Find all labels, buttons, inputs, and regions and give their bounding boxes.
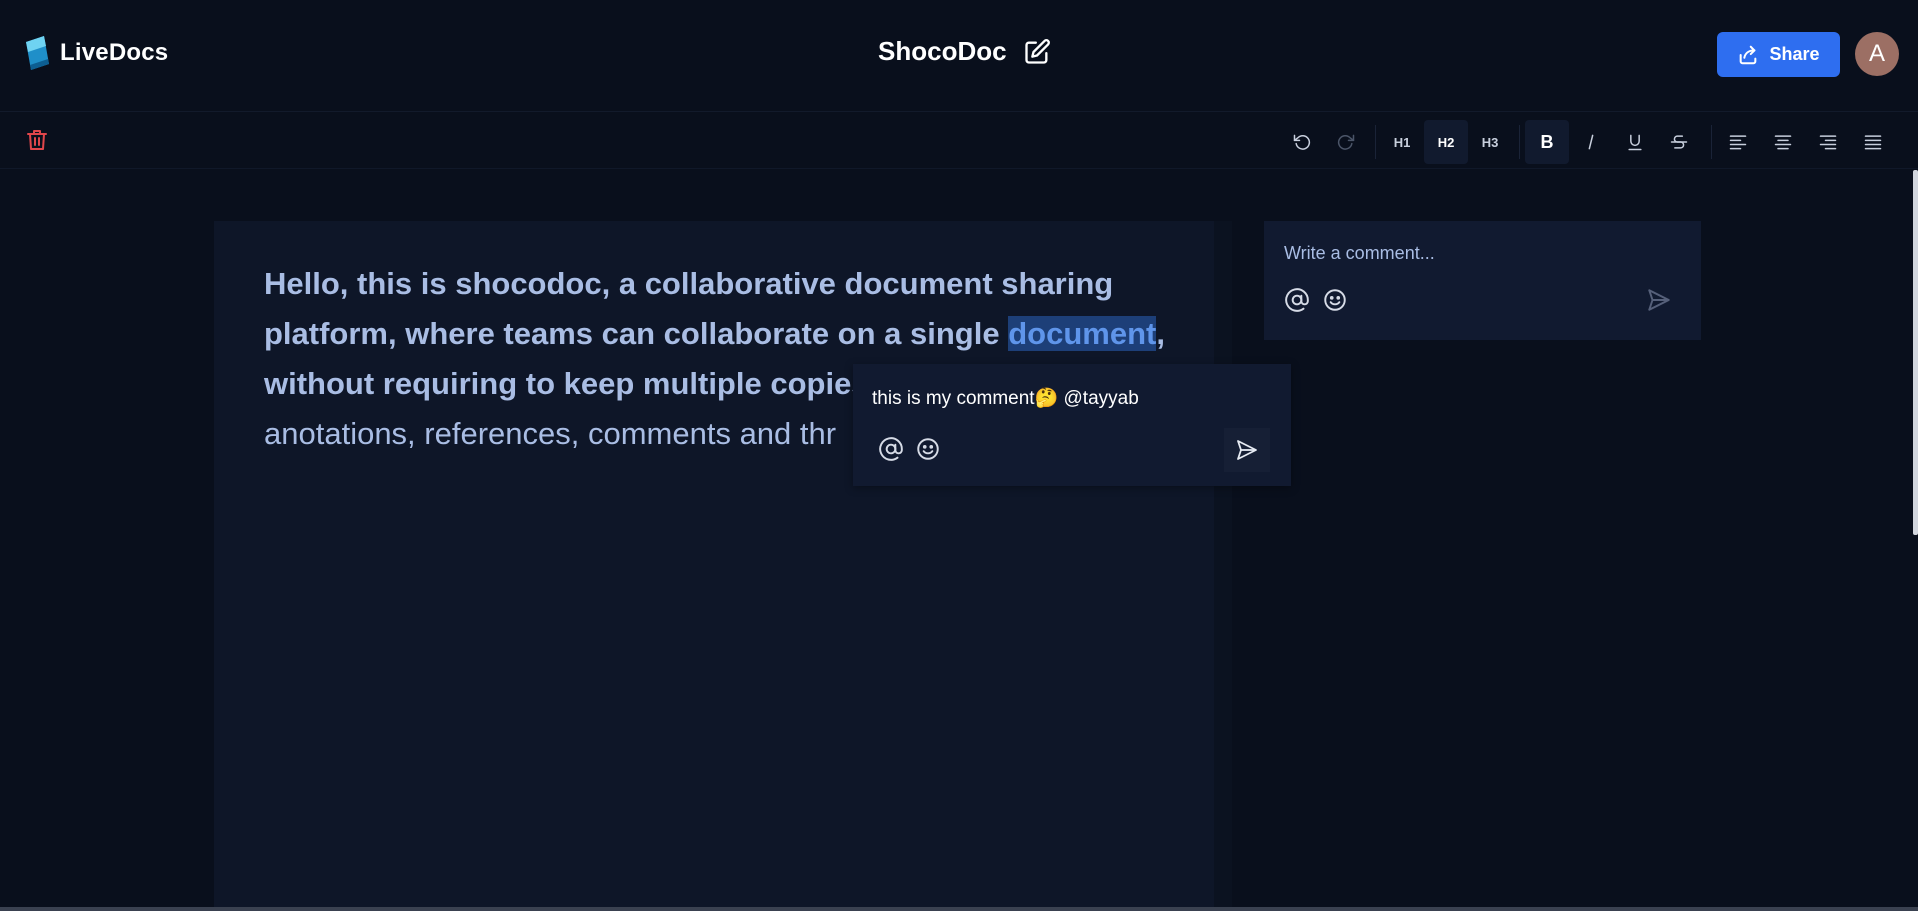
bold-icon: B — [1540, 131, 1554, 152]
toolbar-divider — [1375, 125, 1376, 159]
italic-icon — [1588, 134, 1594, 150]
edit-icon[interactable] — [1023, 38, 1051, 66]
bold-button[interactable]: B — [1525, 120, 1569, 164]
align-center-icon — [1774, 135, 1792, 150]
selected-word-highlight[interactable]: document — [1008, 316, 1157, 351]
editor-gutter — [1214, 221, 1232, 911]
comment-composer[interactable]: Write a comment... — [1264, 221, 1701, 340]
document-title[interactable]: ShocoDoc — [878, 36, 1007, 67]
undo-icon — [1293, 134, 1311, 150]
editor-toolbar: H1 H2 H3 B — [0, 113, 1918, 169]
heading-2-button[interactable]: H2 — [1424, 120, 1468, 164]
heading-3-label: H3 — [1481, 134, 1499, 150]
strikethrough-button[interactable] — [1657, 120, 1701, 164]
emoji-icon[interactable] — [1322, 287, 1348, 313]
send-icon[interactable] — [1646, 287, 1672, 313]
underline-icon — [1628, 134, 1642, 151]
align-right-icon — [1819, 135, 1837, 150]
heading-1-label: H1 — [1393, 134, 1411, 150]
floating-comment-composer[interactable]: this is my comment🤔 @tayyab — [853, 364, 1291, 486]
align-left-button[interactable] — [1716, 120, 1760, 164]
delete-document-icon[interactable] — [26, 128, 48, 152]
comment-input-placeholder[interactable]: Write a comment... — [1284, 243, 1435, 264]
heading-2-label: H2 — [1437, 134, 1455, 150]
align-center-button[interactable] — [1761, 120, 1805, 164]
app-logo[interactable]: LiveDocs — [22, 34, 168, 72]
heading-3-button[interactable]: H3 — [1468, 120, 1512, 164]
paragraph-text: anotations, references, comments and thr — [264, 416, 837, 451]
emoji-icon[interactable] — [915, 436, 941, 462]
redo-icon — [1337, 134, 1355, 150]
send-icon — [1237, 440, 1257, 460]
mention-icon[interactable] — [1284, 287, 1310, 313]
livedocs-logo-icon — [26, 36, 49, 70]
mention-icon[interactable] — [878, 436, 904, 462]
align-left-icon — [1729, 135, 1747, 150]
share-button[interactable]: Share — [1717, 32, 1840, 77]
scrollbar-thumb[interactable] — [1913, 170, 1918, 535]
heading-1-button[interactable]: H1 — [1380, 120, 1424, 164]
align-justify-button[interactable] — [1851, 120, 1895, 164]
strikethrough-icon — [1670, 135, 1688, 149]
send-comment-button[interactable] — [1224, 428, 1270, 472]
toolbar-divider — [1711, 125, 1712, 159]
bold-text: Hello, this is shocodoc, a collaborative… — [264, 266, 1114, 351]
window-bottom-edge — [0, 907, 1918, 911]
user-avatar[interactable]: A — [1855, 32, 1899, 76]
top-header: LiveDocs ShocoDoc Share A — [0, 0, 1918, 112]
app-name: LiveDocs — [60, 39, 169, 66]
align-right-button[interactable] — [1806, 120, 1850, 164]
document-editor[interactable]: Hello, this is shocodoc, a collaborative… — [214, 221, 1214, 911]
align-justify-icon — [1864, 135, 1882, 150]
share-button-label: Share — [1769, 44, 1820, 64]
undo-button[interactable] — [1280, 120, 1324, 164]
redo-button[interactable] — [1324, 120, 1368, 164]
share-icon — [1740, 45, 1757, 64]
underline-button[interactable] — [1613, 120, 1657, 164]
toolbar-divider — [1519, 125, 1520, 159]
document-title-area: ShocoDoc — [878, 36, 1051, 67]
comment-draft-text[interactable]: this is my comment🤔 @tayyab — [872, 386, 1139, 410]
italic-button[interactable] — [1569, 120, 1613, 164]
